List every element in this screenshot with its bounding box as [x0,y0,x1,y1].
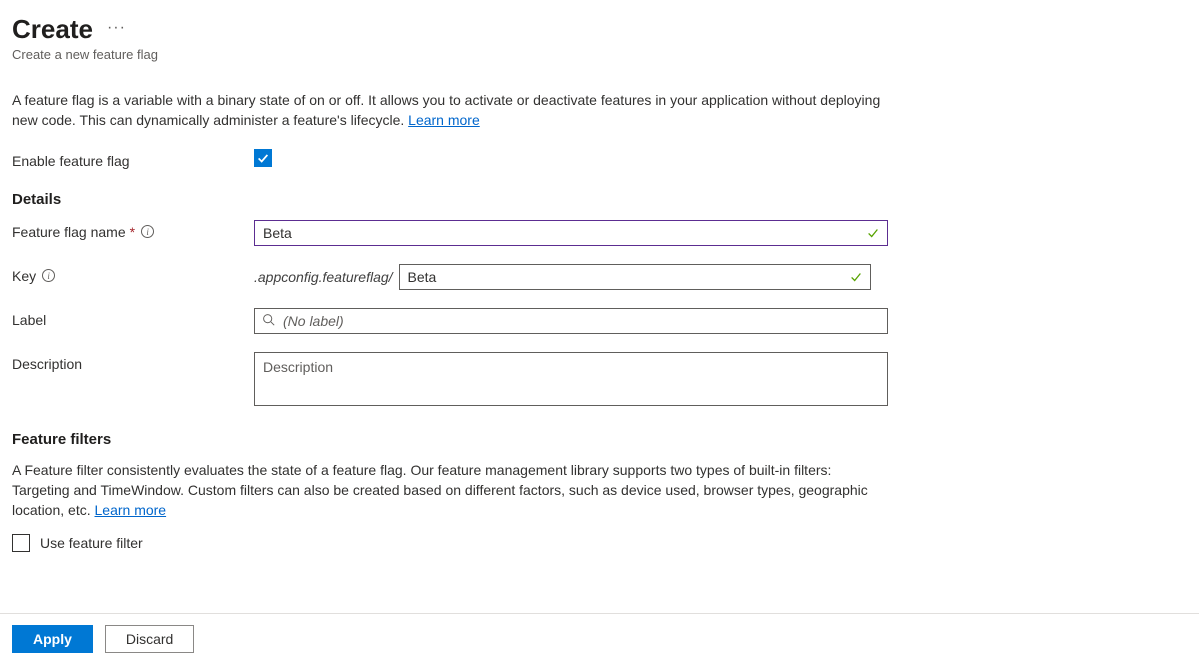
name-input[interactable] [254,220,888,246]
intro-text: A feature flag is a variable with a bina… [12,90,882,131]
info-icon[interactable]: i [42,269,55,282]
key-prefix: .appconfig.featureflag/ [254,269,393,285]
info-icon[interactable]: i [141,225,154,238]
discard-button[interactable]: Discard [105,625,194,653]
enable-flag-label: Enable feature flag [12,149,254,169]
use-filter-checkbox[interactable] [12,534,30,552]
label-label: Label [12,308,254,328]
key-label: Key [12,268,36,284]
use-filter-label: Use feature filter [40,535,143,551]
more-icon[interactable]: ··· [107,20,126,40]
filters-heading: Feature filters [12,431,1181,448]
page-title: Create [12,14,93,45]
description-label: Description [12,352,254,372]
page-subtitle: Create a new feature flag [12,47,1181,62]
description-input[interactable] [254,352,888,406]
filters-text: A Feature filter consistently evaluates … [12,460,882,521]
learn-more-link[interactable]: Learn more [408,112,480,128]
required-indicator: * [130,224,135,240]
details-heading: Details [12,191,1181,208]
label-input[interactable] [254,308,888,334]
checkmark-icon [256,151,270,165]
apply-button[interactable]: Apply [12,625,93,653]
enable-flag-checkbox[interactable] [254,149,272,167]
name-label: Feature flag name [12,224,126,240]
filters-learn-more-link[interactable]: Learn more [95,502,167,518]
key-input[interactable] [399,264,871,290]
